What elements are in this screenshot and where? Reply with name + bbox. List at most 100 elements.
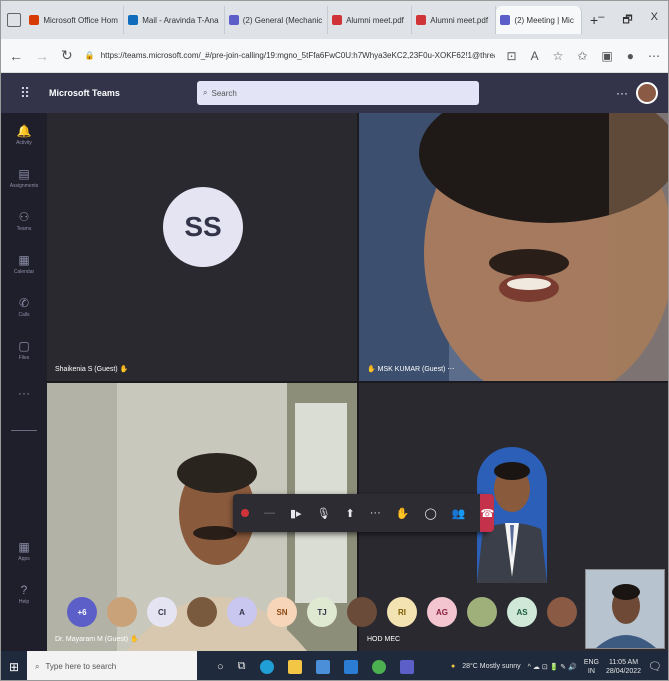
rail-item-files[interactable]: ▢ Files bbox=[1, 328, 47, 371]
participant-initials-avatar: SS bbox=[163, 187, 243, 267]
taskbar-search-input[interactable]: ⌕ Type here to search bbox=[27, 651, 197, 680]
rail-item-calendar[interactable]: ▦ Calendar bbox=[1, 242, 47, 285]
minimize-button[interactable]: – bbox=[598, 11, 604, 30]
hand-raised-icon: ✋ bbox=[119, 366, 129, 373]
participant-bubble[interactable] bbox=[107, 597, 137, 627]
screenshot-root: Microsoft Office Hom✕ Mail - Aravinda T-… bbox=[0, 0, 669, 681]
favorite-star-icon[interactable]: ☆ bbox=[553, 49, 564, 63]
task-view-icon[interactable]: ⧉ bbox=[238, 660, 246, 673]
left-rail: 🔔 Activity ▤ Assignments ⚇ Teams ▦ Calendar … bbox=[1, 113, 47, 651]
rail-item-assignments[interactable]: ▤ Assignments bbox=[1, 156, 47, 199]
participant-bubble[interactable] bbox=[467, 597, 497, 627]
teams-icon[interactable] bbox=[399, 659, 414, 674]
browser-tab[interactable]: Alumni meet.pdf✕ bbox=[328, 6, 413, 34]
forward-arrow-icon[interactable]: → bbox=[35, 48, 49, 64]
taskbar-search-placeholder: Type here to search bbox=[45, 662, 117, 671]
browser-tab-active[interactable]: (2) Meeting | Mic✕ bbox=[496, 6, 582, 34]
teams-header: ⠿ Microsoft Teams ⌕ Search ··· bbox=[1, 73, 668, 113]
read-aloud-icon[interactable]: A bbox=[531, 49, 539, 63]
microphone-icon[interactable]: 🎙 bbox=[317, 507, 331, 520]
collections-icon[interactable]: ▣ bbox=[601, 49, 612, 63]
separator: — bbox=[264, 507, 275, 519]
favorites-icon[interactable]: ✩ bbox=[577, 49, 587, 63]
rail-more-icon[interactable]: ··· bbox=[1, 371, 47, 414]
more-actions-button[interactable]: ··· bbox=[370, 507, 381, 519]
search-input[interactable]: ⌕ Search bbox=[197, 81, 479, 105]
help-icon: ? bbox=[20, 582, 28, 597]
share-screen-icon[interactable]: ⬆ bbox=[346, 507, 355, 520]
address-bar-actions: ⊡ A ☆ ✩ ▣ ● ⋯ bbox=[507, 49, 661, 63]
app-launcher-icon[interactable]: ⠿ bbox=[1, 85, 49, 102]
clock[interactable]: 11:05 AM 28/04/2022 bbox=[606, 658, 641, 676]
participant-name: Dr. Mayaram M (Guest) ✋ bbox=[55, 636, 139, 643]
windows-start-icon[interactable]: ⊞ bbox=[1, 660, 27, 674]
chat-icon[interactable]: ◯ bbox=[424, 507, 436, 520]
system-tray: ● 28°C Mostly sunny ^ ☁ ⊡ 🔋 ✎ 🔊 ENG IN 11… bbox=[451, 658, 668, 676]
app-available-icon[interactable]: ⊡ bbox=[507, 49, 517, 63]
close-window-button[interactable]: X bbox=[651, 11, 658, 30]
video-tile[interactable]: SS Shaikenia S (Guest) ✋ bbox=[47, 113, 357, 381]
leave-call-button[interactable]: ☎ bbox=[480, 494, 495, 532]
self-view-video[interactable] bbox=[585, 569, 665, 649]
meeting-stage: SS Shaikenia S (Guest) ✋ ✋ MSK KUMAR (Gu… bbox=[47, 113, 668, 651]
browser-tab[interactable]: Alumni meet.pdf✕ bbox=[412, 6, 497, 34]
browser-tab[interactable]: Mail - Aravinda T-Ana✕ bbox=[124, 6, 225, 34]
store-icon[interactable] bbox=[315, 659, 330, 674]
url-field[interactable]: 🔒 https://teams.microsoft.com/_#/pre-joi… bbox=[85, 51, 495, 60]
weather-text[interactable]: 28°C Mostly sunny bbox=[462, 663, 520, 670]
rail-item-activity[interactable]: 🔔 Activity bbox=[1, 113, 47, 156]
participant-bubble[interactable]: A bbox=[227, 597, 257, 627]
rail-item-help[interactable]: ? Help bbox=[1, 572, 47, 615]
notification-icon[interactable]: 🗨 bbox=[648, 660, 662, 673]
new-tab-button[interactable]: + bbox=[590, 12, 598, 28]
rail-item-teams[interactable]: ⚇ Teams bbox=[1, 199, 47, 242]
cortana-icon[interactable]: ○ bbox=[217, 661, 224, 673]
participant-bubble[interactable]: CI bbox=[147, 597, 177, 627]
participant-bubble[interactable] bbox=[187, 597, 217, 627]
video-tile[interactable]: ✋ MSK KUMAR (Guest) ⋯ bbox=[359, 113, 668, 381]
more-options-icon[interactable]: ··· bbox=[616, 86, 628, 100]
participant-bubble[interactable]: AS bbox=[507, 597, 537, 627]
divider bbox=[11, 430, 37, 431]
participant-bubble[interactable]: RI bbox=[387, 597, 417, 627]
close-tab-icon[interactable]: ✕ bbox=[580, 15, 581, 26]
raise-hand-icon[interactable]: ✋ bbox=[396, 507, 410, 520]
chrome-icon[interactable] bbox=[371, 659, 386, 674]
avatar[interactable] bbox=[636, 82, 658, 104]
participants-icon[interactable]: 👥 bbox=[452, 507, 466, 520]
url-text: https://teams.microsoft.com/_#/pre-join-… bbox=[100, 51, 495, 60]
participant-bubble[interactable] bbox=[347, 597, 377, 627]
tray-icons[interactable]: ^ ☁ ⊡ 🔋 ✎ 🔊 bbox=[528, 663, 577, 671]
refresh-icon[interactable]: ↻ bbox=[61, 47, 73, 64]
search-icon: ⌕ bbox=[35, 661, 40, 671]
browser-tab[interactable]: (2) General (Mechanic✕ bbox=[225, 6, 329, 34]
rail-item-apps[interactable]: ▦ Apps bbox=[1, 529, 47, 572]
browser-tab-strip: Microsoft Office Hom✕ Mail - Aravinda T-… bbox=[1, 1, 668, 39]
participant-bubble[interactable]: TJ bbox=[307, 597, 337, 627]
participant-bubble[interactable]: SN bbox=[267, 597, 297, 627]
participant-bubble[interactable]: AG bbox=[427, 597, 457, 627]
rail-item-calls[interactable]: ✆ Calls bbox=[1, 285, 47, 328]
teams-icon bbox=[500, 15, 511, 25]
tab-actions-icon[interactable] bbox=[7, 13, 22, 27]
back-arrow-icon[interactable]: ← bbox=[9, 48, 23, 64]
calendar-icon: ▦ bbox=[18, 252, 30, 267]
participant-bubble[interactable]: +6 bbox=[67, 597, 97, 627]
participant-bubble[interactable] bbox=[547, 597, 577, 627]
participant-name: HOD MEC bbox=[367, 636, 401, 643]
teams-icon bbox=[228, 15, 239, 25]
browser-tab[interactable]: Microsoft Office Hom✕ bbox=[25, 6, 125, 34]
file-icon: ▢ bbox=[18, 338, 30, 353]
file-explorer-icon[interactable] bbox=[287, 659, 302, 674]
edge-icon[interactable] bbox=[259, 659, 274, 674]
camera-icon[interactable]: ▮▸ bbox=[290, 507, 302, 520]
language-indicator[interactable]: ENG IN bbox=[584, 658, 599, 676]
teams-icon: ⚇ bbox=[18, 209, 30, 224]
browser-menu-icon[interactable]: ⋯ bbox=[648, 49, 660, 63]
mail-icon[interactable] bbox=[343, 659, 358, 674]
pdf-icon bbox=[416, 15, 427, 25]
participant-roster: +6 CI A SN TJ RI AG AS bbox=[67, 594, 577, 630]
profile-icon[interactable]: ● bbox=[627, 49, 634, 63]
apps-icon: ▦ bbox=[18, 539, 30, 554]
restore-button[interactable]: 🗗 bbox=[622, 11, 632, 30]
